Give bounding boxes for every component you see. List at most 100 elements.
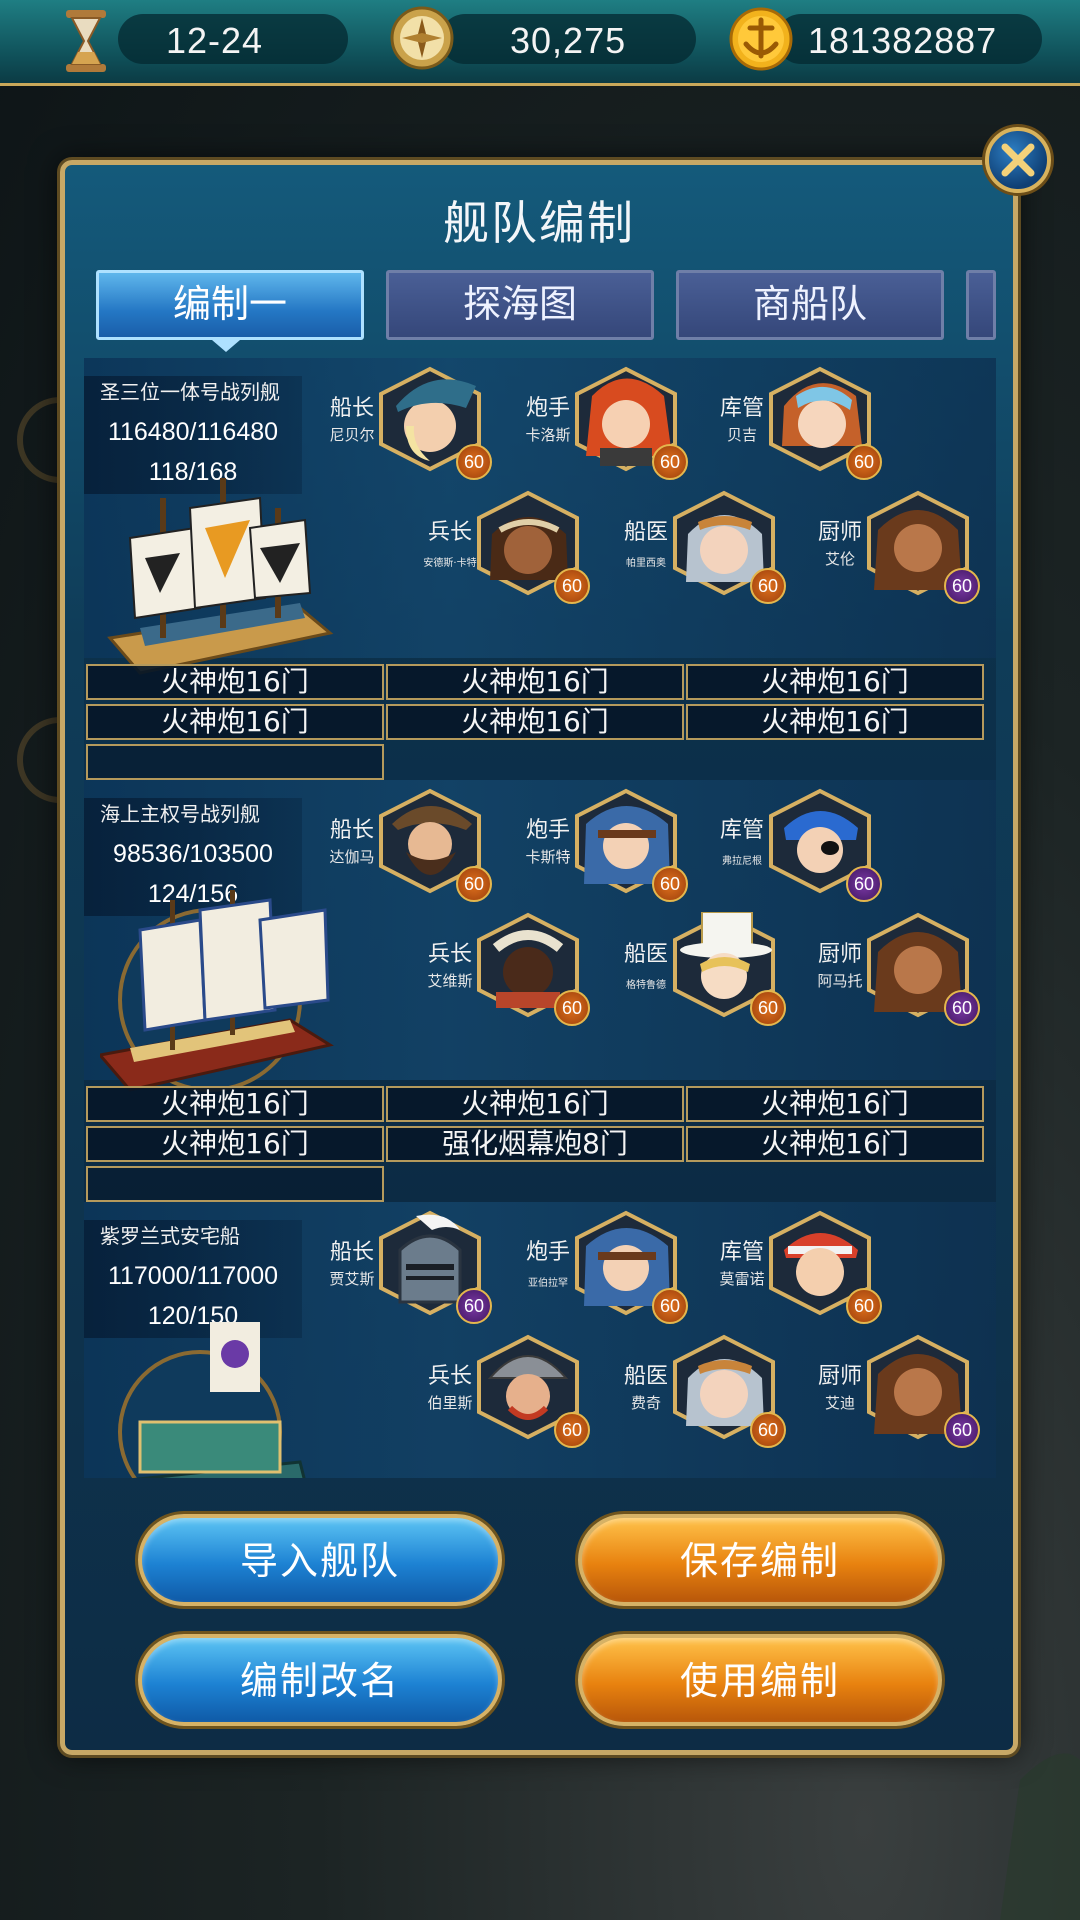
crew-name: 卡斯特 — [525, 848, 571, 866]
crew-role: 库管 — [719, 818, 764, 843]
cannon-slot[interactable]: 火神炮16门 — [86, 1086, 384, 1122]
ship-name: 紫罗兰式安宅船 — [100, 1224, 240, 1248]
crew-slot-captain[interactable]: 船长 尼贝尔 60 — [320, 358, 520, 480]
crew-name: 达伽马 — [329, 848, 375, 866]
crew-slot-sergeant[interactable]: 兵长 艾维斯 60 — [418, 904, 618, 1026]
level-badge: 60 — [652, 444, 688, 480]
crew-role: 炮手 — [525, 818, 570, 843]
crew-slot-cook[interactable]: 厨师 艾伦 60 — [808, 482, 996, 604]
save-formation-label: 保存编制 — [679, 1539, 840, 1583]
crew-name: 帕里西奥 — [626, 558, 666, 569]
crew-name: 费奇 — [630, 1394, 661, 1412]
active-tab-pointer — [212, 340, 240, 352]
level-badge: 60 — [554, 990, 590, 1026]
cannon-slot[interactable]: 火神炮16门 — [86, 664, 384, 700]
crew-role: 厨师 — [817, 942, 862, 967]
crew-name: 尼贝尔 — [329, 426, 375, 444]
cannon-slot[interactable]: 火神炮16门 — [686, 704, 984, 740]
crew-slot-storekeeper[interactable]: 库管 贝吉 60 — [710, 358, 910, 480]
tab-formation-one[interactable]: 编制一 — [96, 270, 364, 340]
rename-formation-button[interactable]: 编制改名 — [138, 1634, 502, 1726]
level-badge: 60 — [944, 568, 980, 604]
cannon-slots: 火神炮16门 火神炮16门 火神炮16门 火神炮16门 强化烟幕炮8门 火神炮1… — [84, 1086, 996, 1202]
hourglass-icon — [66, 10, 106, 72]
crew-name: 莫雷诺 — [719, 1270, 765, 1288]
formation-tabs: 编制一 探海图 商船队 — [96, 270, 996, 342]
cannon-slot[interactable]: 火神炮16门 — [686, 664, 984, 700]
tab-more[interactable] — [966, 270, 996, 340]
crew-role: 厨师 — [817, 520, 862, 545]
level-badge: 60 — [652, 866, 688, 902]
cannon-slot[interactable]: 火神炮16门 — [386, 664, 684, 700]
rename-formation-label: 编制改名 — [239, 1659, 400, 1703]
crew-slot-doctor[interactable]: 船医 帕里西奥 60 — [614, 482, 814, 604]
crew-name: 贝吉 — [726, 426, 757, 444]
cannon-slot[interactable]: 火神炮16门 — [386, 1086, 684, 1122]
crew-slot-storekeeper[interactable]: 库管 莫雷诺 60 — [710, 1202, 910, 1324]
crew-slot-captain[interactable]: 船长 达伽马 60 — [320, 780, 520, 902]
crew-slot-cook[interactable]: 厨师 艾迪 60 — [808, 1326, 996, 1448]
level-badge: 60 — [750, 1412, 786, 1448]
cannon-slot[interactable]: 火神炮16门 — [686, 1086, 984, 1122]
compass-value: 30,275 — [510, 20, 627, 61]
cannon-slot-empty[interactable] — [86, 1166, 384, 1202]
cannon-slots: 火神炮16门 火神炮16门 火神炮16门 火神炮16门 火神炮16门 火神炮16… — [84, 664, 996, 780]
crew-name: 弗拉尼根 — [722, 856, 762, 867]
cannon-slot-empty[interactable] — [86, 744, 384, 780]
crew-slot-captain[interactable]: 船长 贾艾斯 60 — [320, 1202, 520, 1324]
ship-of-line-image[interactable] — [100, 880, 340, 1100]
gold-anchor-coin-icon — [729, 7, 793, 71]
crew-slot-gunner[interactable]: 炮手 卡斯特 60 — [516, 780, 716, 902]
level-badge: 60 — [944, 990, 980, 1026]
crew-role: 船医 — [623, 942, 668, 967]
level-badge: 60 — [554, 1412, 590, 1448]
level-badge: 60 — [456, 444, 492, 480]
cannon-slot[interactable]: 强化烟幕炮8门 — [386, 1126, 684, 1162]
date-value: 12-24 — [166, 20, 264, 61]
crew-slot-cook[interactable]: 厨师 阿马托 60 — [808, 904, 996, 1026]
ship-card: 圣三位一体号战列舰 116480/116480 118/168 船长 尼贝尔 6… — [84, 358, 996, 780]
level-badge: 60 — [944, 1412, 980, 1448]
panel-title: 舰队编制 — [443, 196, 635, 250]
crew-role: 炮手 — [525, 1240, 570, 1265]
atakebune-ship-image[interactable] — [100, 1302, 340, 1478]
cannon-slot[interactable]: 火神炮16门 — [386, 704, 684, 740]
level-badge: 60 — [456, 1288, 492, 1324]
crew-slot-sergeant[interactable]: 兵长 伯里斯 60 — [418, 1326, 618, 1448]
crew-role: 库管 — [719, 1240, 764, 1265]
close-icon — [1001, 143, 1035, 177]
crew-role: 兵长 — [427, 942, 472, 967]
cannon-slot[interactable]: 火神炮16门 — [86, 1126, 384, 1162]
crew-slot-sergeant[interactable]: 兵长 安德斯·卡特 60 — [418, 482, 618, 604]
fleet-list[interactable]: 圣三位一体号战列舰 116480/116480 118/168 船长 尼贝尔 6… — [84, 358, 996, 1478]
tab-sea-map[interactable]: 探海图 — [386, 270, 654, 340]
galleon-ship-image[interactable] — [100, 458, 340, 678]
crew-slot-gunner[interactable]: 炮手 卡洛斯 60 — [516, 358, 716, 480]
compass-icon — [390, 6, 454, 70]
crew-slot-gunner[interactable]: 炮手 亚伯拉罕 60 — [516, 1202, 716, 1324]
level-badge: 60 — [846, 866, 882, 902]
use-formation-label: 使用编制 — [679, 1659, 840, 1703]
crew-name: 艾迪 — [824, 1394, 855, 1412]
resource-bar: 12-24 30,275 181382887 — [0, 0, 1080, 86]
import-fleet-button[interactable]: 导入舰队 — [138, 1514, 502, 1606]
crew-name: 阿马托 — [817, 972, 863, 990]
ship-card: 海上主权号战列舰 98536/103500 124/156 船长 达伽马 60 — [84, 780, 996, 1202]
save-formation-button[interactable]: 保存编制 — [578, 1514, 942, 1606]
level-badge: 60 — [652, 1288, 688, 1324]
crew-slot-doctor[interactable]: 船医 格特鲁德 60 — [614, 904, 814, 1026]
use-formation-button[interactable]: 使用编制 — [578, 1634, 942, 1726]
tab-merchant-fleet[interactable]: 商船队 — [676, 270, 944, 340]
ship-durability: 117000/117000 — [107, 1262, 279, 1290]
crew-role: 船长 — [329, 1240, 374, 1265]
close-button[interactable] — [985, 127, 1051, 193]
crew-slot-doctor[interactable]: 船医 费奇 60 — [614, 1326, 814, 1448]
cannon-slot[interactable]: 火神炮16门 — [686, 1126, 984, 1162]
compass-resource: 30,275 — [440, 14, 696, 64]
crew-name: 格特鲁德 — [626, 980, 666, 991]
ship-card: 紫罗兰式安宅船 117000/117000 120/150 船长 贾艾斯 60 — [84, 1202, 996, 1478]
crew-role: 船医 — [623, 520, 668, 545]
crew-slot-storekeeper[interactable]: 库管 弗拉尼根 60 — [710, 780, 910, 902]
gold-resource: 181382887 — [776, 14, 1042, 64]
cannon-slot[interactable]: 火神炮16门 — [86, 704, 384, 740]
